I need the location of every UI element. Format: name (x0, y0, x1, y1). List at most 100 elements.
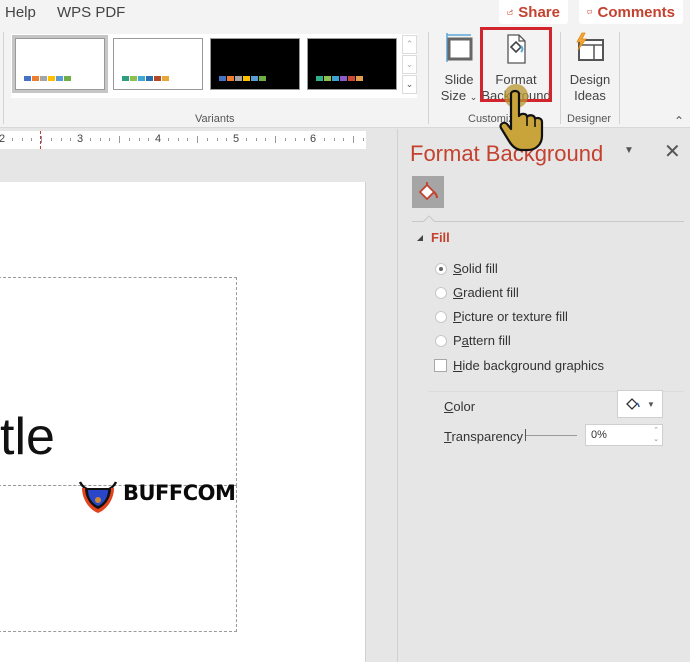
picture-texture-fill-radio[interactable] (435, 310, 447, 323)
fill-section-header[interactable]: Fill (417, 230, 450, 245)
variant-thumbnail-3[interactable] (210, 38, 300, 90)
transparency-spinbox[interactable]: 0% ⌃ ⌄ (585, 424, 663, 446)
share-button[interactable]: Share (499, 0, 568, 24)
hide-background-graphics-checkbox[interactable] (434, 359, 447, 372)
ribbon-separator (560, 32, 561, 124)
ruler-tick (148, 138, 150, 141)
gradient-fill-option[interactable]: Gradient fill (435, 285, 519, 300)
chevron-down-icon: ⌄ (469, 92, 478, 102)
gradient-fill-label: Gradient fill (453, 285, 519, 300)
ruler-label: 3 (77, 133, 84, 145)
comments-button[interactable]: Comments (579, 0, 683, 24)
buffcom-logo: BUFFCOM (76, 472, 236, 514)
variants-gallery: ⌃ ⌄ ⌄ (11, 34, 417, 98)
slide-size-button[interactable]: Slide Size ⌄ (438, 32, 480, 105)
fill-tab[interactable] (412, 176, 444, 208)
ribbon-separator (428, 32, 429, 124)
hide-background-graphics-label: Hide background graphics (453, 358, 605, 373)
hide-background-graphics-option[interactable]: Hide background graphics (434, 358, 604, 373)
gradient-fill-radio[interactable] (435, 286, 447, 299)
ruler-tick (89, 138, 91, 141)
slide-title-text[interactable]: tle (0, 407, 55, 467)
collapse-ribbon-icon[interactable]: ⌃ (674, 114, 684, 128)
format-background-pane: Format Background ▼ ✕ Fill Solid fill Gr… (397, 129, 690, 662)
ruler-tick (11, 138, 13, 141)
ruler-tick (323, 138, 325, 141)
horizontal-ruler: 2 3 4 5 6 (0, 131, 462, 149)
color-picker-button[interactable]: ▼ (617, 390, 663, 418)
share-icon (507, 9, 513, 15)
ruler-label: 6 (310, 133, 317, 145)
design-ideas-icon (576, 32, 604, 61)
ruler-tick (343, 138, 345, 141)
slide-area-margin (366, 129, 397, 662)
variant-thumbnail-4[interactable] (307, 38, 397, 90)
pane-options-dropdown-icon[interactable]: ▼ (624, 145, 634, 156)
pattern-fill-label: Pattern fill (453, 333, 511, 348)
powerpoint-window: Help WPS PDF Share Comments ⌃ ⌄ ⌄ Varian… (0, 0, 690, 662)
color-swatch (356, 76, 363, 81)
bull-logo-icon (78, 481, 118, 513)
ruler-tick (226, 138, 228, 141)
pattern-fill-option[interactable]: Pattern fill (435, 333, 511, 348)
close-icon[interactable]: ✕ (664, 139, 681, 164)
transparency-slider-track[interactable] (525, 435, 577, 436)
ruler-tick (119, 136, 120, 143)
ruler-tick (216, 138, 218, 141)
gallery-scroll-up-button[interactable]: ⌃ (402, 35, 417, 54)
color-swatch (324, 76, 331, 81)
variant-thumbnail-1[interactable] (12, 35, 108, 93)
comment-icon (587, 10, 593, 15)
picture-texture-fill-option[interactable]: Picture or texture fill (435, 309, 568, 324)
slide-size-label-1: Slide (444, 72, 474, 87)
ribbon-separator (619, 32, 620, 124)
chevron-down-icon: ▼ (647, 399, 655, 409)
spin-up-icon[interactable]: ⌃ (653, 426, 659, 435)
pattern-fill-radio[interactable] (435, 334, 447, 347)
ruler-tick (128, 138, 130, 141)
color-swatches (316, 76, 363, 81)
design-ideas-label-2: Ideas (574, 88, 606, 103)
transparency-slider-thumb[interactable] (525, 429, 526, 441)
design-ideas-button[interactable]: Design Ideas (567, 32, 613, 104)
color-swatch (259, 76, 266, 81)
color-swatch (130, 76, 137, 81)
color-swatches (219, 76, 266, 81)
gallery-more-button[interactable]: ⌄ (402, 75, 417, 94)
logo-text: BUFFCOM (123, 481, 236, 505)
color-swatch (243, 76, 250, 81)
ruler-tick (362, 138, 364, 141)
ruler-label: 2 (0, 133, 6, 145)
color-swatch (227, 76, 234, 81)
variant-thumbnail-2[interactable] (113, 38, 203, 90)
spin-down-icon[interactable]: ⌄ (653, 435, 659, 444)
designer-group-label: Designer (567, 113, 612, 125)
color-swatch (235, 76, 242, 81)
menu-wps-pdf[interactable]: WPS PDF (57, 4, 125, 21)
transparency-value: 0% (591, 429, 607, 441)
ruler-tick (60, 138, 62, 141)
ruler-tick (99, 138, 101, 141)
spin-arrows[interactable]: ⌃ ⌄ (653, 426, 659, 444)
comments-label: Comments (597, 3, 675, 21)
color-swatch (122, 76, 129, 81)
ruler-tick (245, 138, 247, 141)
color-swatch (146, 76, 153, 81)
menu-bar: Help WPS PDF Share Comments (0, 0, 690, 26)
solid-fill-label: Solid fill (453, 261, 498, 276)
ribbon-design-tab: ⌃ ⌄ ⌄ Variants Slide Size ⌄ Format Custo… (0, 26, 690, 128)
color-swatch (251, 76, 258, 81)
solid-fill-radio[interactable] (435, 262, 447, 275)
paint-bucket-icon (626, 398, 640, 410)
share-label: Share (518, 3, 560, 21)
picture-texture-fill-label: Picture or texture fill (453, 309, 568, 324)
gallery-scroll-down-button[interactable]: ⌄ (402, 55, 417, 74)
color-swatch (32, 76, 39, 81)
ruler-tick (333, 138, 335, 141)
ruler-tick (206, 138, 208, 141)
ruler-tick (187, 138, 189, 141)
menu-help[interactable]: Help (5, 4, 36, 21)
ruler-tick (31, 138, 33, 141)
solid-fill-option[interactable]: Solid fill (435, 261, 498, 276)
collapse-triangle-icon (417, 234, 423, 241)
